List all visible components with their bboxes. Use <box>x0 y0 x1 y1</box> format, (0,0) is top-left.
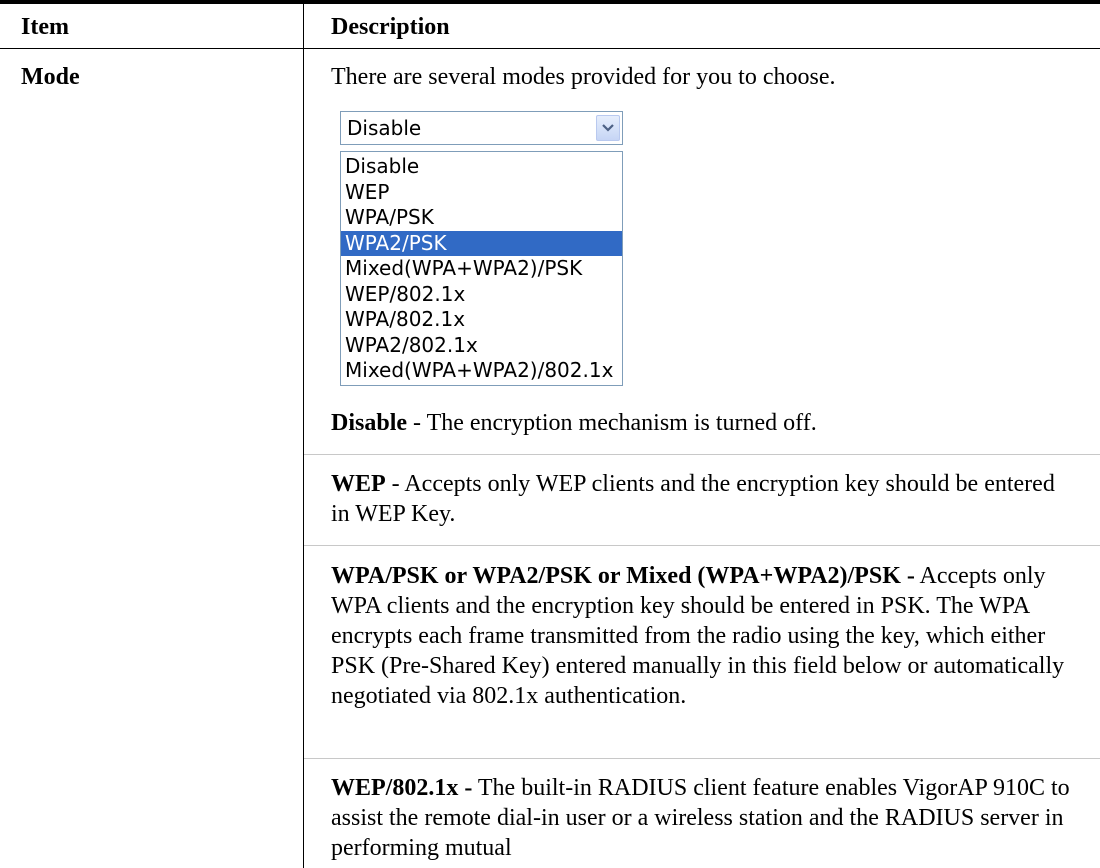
para-wep-8021x: WEP/802.1x - The built-in RADIUS client … <box>331 773 1071 863</box>
text-wep: - Accepts only WEP clients and the encry… <box>331 471 1055 527</box>
para-wep: WEP - Accepts only WEP clients and the e… <box>331 469 1071 529</box>
dropdown-button[interactable] <box>596 115 620 141</box>
intro-text: There are several modes provided for you… <box>331 64 836 90</box>
header-description: Description <box>331 14 450 40</box>
table-top-rule <box>0 0 1100 4</box>
option-mixed-psk[interactable]: Mixed(WPA+WPA2)/PSK <box>341 256 622 282</box>
option-wep-8021x[interactable]: WEP/802.1x <box>341 282 622 308</box>
paragraph-separator <box>304 454 1100 455</box>
option-wpa2-psk[interactable]: WPA2/PSK <box>341 230 622 256</box>
term-wpa-psk: WPA/PSK or WPA2/PSK or Mixed (WPA+WPA2)/… <box>331 563 915 589</box>
option-wpa2-8021x[interactable]: WPA2/802.1x <box>341 333 622 359</box>
option-wep[interactable]: WEP <box>341 180 622 206</box>
paragraph-separator <box>304 758 1100 759</box>
para-disable: Disable - The encryption mechanism is tu… <box>331 408 1071 438</box>
header-item: Item <box>21 14 69 40</box>
chevron-down-icon <box>602 124 614 132</box>
mode-select-value: Disable <box>347 116 422 140</box>
mode-option-list[interactable]: Disable WEP WPA/PSK WPA2/PSK Mixed(WPA+W… <box>340 151 623 386</box>
term-wep-8021x: WEP/802.1x - <box>331 775 473 801</box>
para-wpa-psk: WPA/PSK or WPA2/PSK or Mixed (WPA+WPA2)/… <box>331 561 1071 711</box>
description-table: Item Description Mode There are several … <box>0 0 1100 868</box>
term-wep: WEP <box>331 471 386 497</box>
header-separator <box>0 48 1100 49</box>
paragraph-separator <box>304 545 1100 546</box>
option-wpa-psk[interactable]: WPA/PSK <box>341 205 622 231</box>
option-mixed-8021x[interactable]: Mixed(WPA+WPA2)/802.1x <box>341 358 622 384</box>
row-label-mode: Mode <box>21 64 80 90</box>
column-divider <box>303 0 304 868</box>
option-wpa-8021x[interactable]: WPA/802.1x <box>341 307 622 333</box>
option-disable[interactable]: Disable <box>341 154 622 180</box>
term-disable: Disable <box>331 410 408 436</box>
mode-select[interactable]: Disable <box>340 111 623 145</box>
text-disable: - The encryption mechanism is turned off… <box>407 410 817 436</box>
